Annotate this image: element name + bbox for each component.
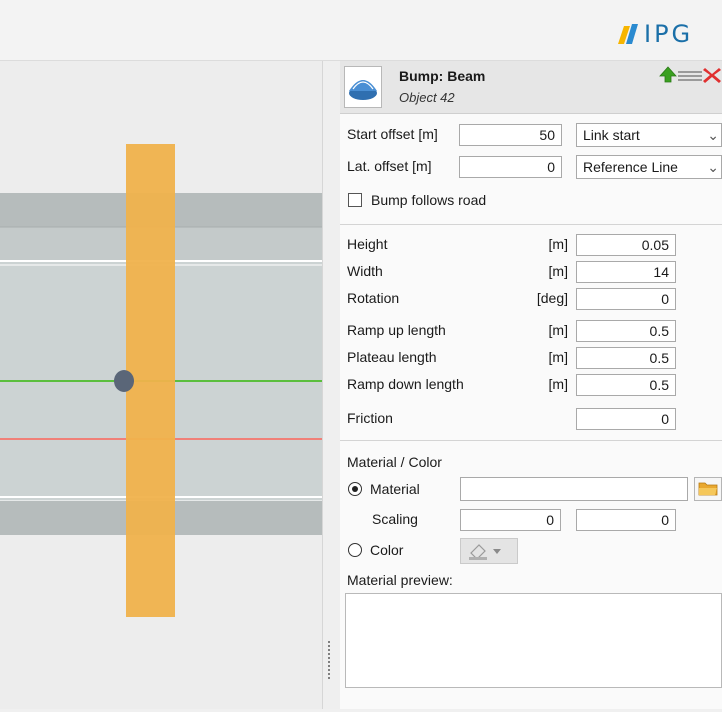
lat-offset-reference-value: Reference Line <box>583 159 678 175</box>
start-offset-reference-select[interactable]: Link start ⌄ <box>576 123 722 147</box>
start-offset-label: Start offset [m] <box>347 126 438 142</box>
width-unit: [m] <box>548 263 568 279</box>
bump-object-icon <box>344 66 382 108</box>
chevron-down-icon: ⌄ <box>707 127 719 143</box>
height-label: Height <box>347 236 388 252</box>
plateau-length-label: Plateau length <box>347 349 437 365</box>
plateau-length-input[interactable]: 0.5 <box>576 347 676 369</box>
road-canvas[interactable] <box>0 61 322 709</box>
scaling-y-input[interactable]: 0 <box>576 509 676 531</box>
color-radio[interactable] <box>348 543 362 557</box>
grip-icon[interactable] <box>678 69 702 81</box>
start-offset-reference-value: Link start <box>583 127 640 143</box>
scaling-label: Scaling <box>372 511 418 527</box>
ipg-logo-icon <box>618 24 638 44</box>
height-unit: [m] <box>548 236 568 252</box>
material-radio[interactable] <box>348 482 362 496</box>
lat-offset-input[interactable]: 0 <box>459 156 562 178</box>
delete-icon[interactable] <box>702 66 722 84</box>
material-radio-label: Material <box>370 481 420 497</box>
chevron-down-icon: ⌄ <box>707 159 719 175</box>
material-preview-label: Material preview: <box>347 572 453 588</box>
ramp-down-length-unit: [m] <box>548 376 568 392</box>
road-drawing[interactable] <box>0 61 322 709</box>
friction-label: Friction <box>347 410 393 426</box>
scaling-x-input[interactable]: 0 <box>460 509 561 531</box>
color-picker-button[interactable] <box>460 538 518 564</box>
splitter-grip-icon[interactable] <box>327 640 331 680</box>
ipg-logo: IPG <box>614 20 722 48</box>
object-anchor-marker[interactable] <box>114 370 134 392</box>
paint-bucket-icon <box>469 544 501 560</box>
panel-splitter[interactable] <box>322 61 341 709</box>
divider <box>340 440 722 441</box>
color-radio-label: Color <box>370 542 404 558</box>
move-up-icon[interactable] <box>659 66 677 84</box>
folder-icon <box>698 482 718 496</box>
divider <box>340 224 722 225</box>
material-section-title: Material / Color <box>347 454 442 470</box>
width-input[interactable]: 14 <box>576 261 676 283</box>
rotation-unit: [deg] <box>536 290 568 306</box>
width-label: Width <box>347 263 383 279</box>
material-input[interactable] <box>460 477 688 501</box>
material-preview-box <box>345 593 722 688</box>
ramp-up-length-unit: [m] <box>548 322 568 338</box>
bump-follows-road-label: Bump follows road <box>371 192 487 208</box>
lat-offset-reference-select[interactable]: Reference Line ⌄ <box>576 155 722 179</box>
object-title: Bump: Beam <box>399 68 486 84</box>
bump-follows-road-checkbox[interactable] <box>348 193 362 207</box>
ramp-up-length-label: Ramp up length <box>347 322 446 338</box>
rotation-input[interactable]: 0 <box>576 288 676 310</box>
start-offset-input[interactable]: 50 <box>459 124 562 146</box>
chevron-down-icon <box>493 549 501 554</box>
ramp-down-length-input[interactable]: 0.5 <box>576 374 676 396</box>
ramp-up-length-input[interactable]: 0.5 <box>576 320 676 342</box>
folder-open-button[interactable] <box>694 477 722 501</box>
object-subtitle: Object 42 <box>399 90 455 105</box>
rotation-label: Rotation <box>347 290 400 306</box>
friction-input[interactable]: 0 <box>576 408 676 430</box>
ipg-logo-text: IPG <box>644 20 694 48</box>
plateau-length-unit: [m] <box>548 349 568 365</box>
height-input[interactable]: 0.05 <box>576 234 676 256</box>
lat-offset-label: Lat. offset [m] <box>347 158 432 174</box>
ramp-down-length-label: Ramp down length <box>347 376 464 392</box>
